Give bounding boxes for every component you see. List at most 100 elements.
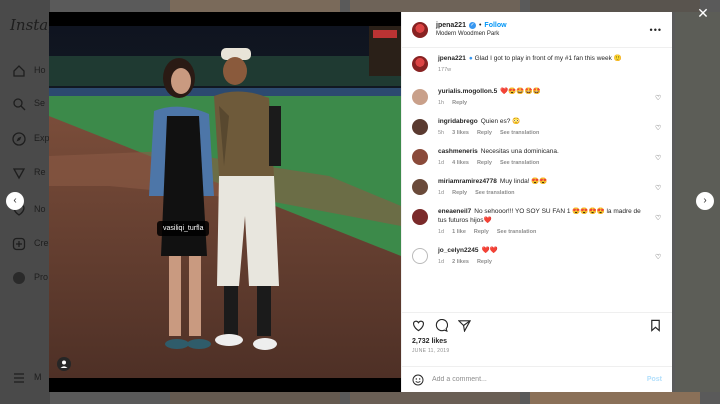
like-comment-icon[interactable]: ♡ (655, 125, 662, 132)
avatar[interactable] (412, 56, 428, 72)
avatar[interactable] (412, 119, 428, 135)
scoreboard-light (373, 30, 397, 38)
avatar[interactable] (412, 179, 428, 195)
home-icon (13, 65, 25, 77)
comment-username[interactable]: jo_celyn2245 (438, 247, 478, 254)
grid-tile (170, 0, 340, 12)
reply-button[interactable]: Reply (477, 259, 492, 265)
grid-tile (350, 392, 520, 404)
menu-icon (14, 373, 24, 383)
add-comment-bar: Post (402, 366, 672, 392)
like-comment-icon[interactable]: ♡ (655, 155, 662, 162)
create-icon (12, 237, 26, 251)
avatar[interactable] (412, 149, 428, 165)
comment-time: 1h (438, 100, 445, 106)
reply-button[interactable]: Reply (452, 100, 467, 106)
comment-likes[interactable]: 1 like (452, 229, 466, 235)
comment-text: Quien es? 😳 (480, 118, 521, 125)
post-location[interactable]: Modern Woodmen Park (436, 31, 507, 37)
share-icon[interactable] (458, 319, 471, 332)
sidebar-item-explore[interactable]: Exp (12, 132, 52, 148)
bookmark-icon[interactable] (649, 319, 662, 332)
caption: jpena221 ● Glad I got to play in front of… (412, 54, 662, 73)
list-item: eneaeneil7 No sehooor!!! YO SOY SU FAN 1 … (412, 207, 662, 235)
reply-button[interactable]: Reply (474, 229, 489, 235)
comment-text: Muy linda! 😍😍 (499, 178, 548, 185)
sidebar-item-label: Re (34, 167, 46, 177)
comment-time: 1d (438, 190, 445, 196)
comment-text: Necesitas una dominicana. (480, 148, 559, 155)
comment-likes[interactable]: 3 likes (452, 130, 469, 136)
avatar[interactable] (412, 21, 428, 38)
close-icon[interactable]: ✕ (696, 6, 710, 20)
comments-list[interactable]: jpena221 ● Glad I got to play in front of… (402, 48, 672, 312)
see-translation-button[interactable]: See translation (497, 229, 536, 235)
comment-likes[interactable]: 4 likes (452, 160, 469, 166)
sidebar-item-label: Exp (34, 133, 50, 143)
comment-time: 1d (438, 229, 445, 235)
see-translation-button[interactable]: See translation (475, 190, 514, 196)
next-post-button[interactable]: › (696, 192, 714, 210)
comment-input[interactable] (432, 376, 647, 383)
post-date: JUNE 11, 2019 (412, 348, 450, 354)
avatar[interactable] (412, 248, 428, 264)
separator-dot: • (478, 22, 482, 29)
comment-username[interactable]: yurialis.mogollon.5 (438, 88, 497, 95)
comment-time: 5h (438, 130, 445, 136)
sidebar-item-home[interactable]: Ho (12, 64, 52, 80)
like-count[interactable]: 2,732 likes (412, 338, 662, 345)
like-comment-icon[interactable]: ♡ (655, 185, 662, 192)
previous-post-button[interactable]: ‹ (6, 192, 24, 210)
sidebar-item-create[interactable]: Cre (12, 237, 52, 253)
reply-button[interactable]: Reply (452, 190, 467, 196)
comment-username[interactable]: eneaeneil7 (438, 208, 471, 215)
comment-icon[interactable] (435, 319, 448, 332)
comment-time: 1d (438, 160, 445, 166)
reply-button[interactable]: Reply (477, 130, 492, 136)
comment-time: 1d (438, 259, 445, 265)
more-options-icon[interactable]: ••• (650, 25, 662, 35)
sidebar-item-label: No (34, 204, 46, 214)
caption-username[interactable]: jpena221 (438, 55, 466, 62)
see-translation-button[interactable]: See translation (500, 160, 539, 166)
post-actions: 2,732 likes JUNE 11, 2019 (402, 312, 672, 366)
reply-button[interactable]: Reply (477, 160, 492, 166)
chevron-right-icon: › (703, 195, 707, 206)
sidebar-item-search[interactable]: Se (12, 97, 52, 113)
list-item: ingridabrego Quien es? 😳 5h 3 likes Reply Se… (412, 117, 662, 136)
user-tags-icon[interactable] (57, 357, 71, 371)
see-translation-button[interactable]: See translation (500, 130, 539, 136)
post-image (49, 26, 401, 378)
like-heart-icon[interactable] (412, 319, 425, 332)
comment-text: ❤️😍🤩🤩🤩 (500, 88, 541, 95)
comment-username[interactable]: ingridabrego (438, 118, 478, 125)
sidebar-item-profile[interactable]: Pro (12, 271, 52, 287)
grid-tile (350, 0, 520, 12)
chevron-left-icon: ‹ (13, 195, 17, 206)
sidebar-item-more[interactable]: M (12, 371, 52, 387)
post-modal: vasiliqi_turfla jpena221 ✓ • Follow Mode… (49, 12, 672, 392)
sidebar-item-label: Ho (34, 65, 46, 75)
caption-text: Glad I got to play in front of my #1 fan… (474, 55, 622, 62)
grid-tile (530, 392, 700, 404)
comment-likes[interactable]: 2 likes (452, 259, 469, 265)
like-comment-icon[interactable]: ♡ (655, 95, 662, 102)
post-photo[interactable]: vasiliqi_turfla (49, 12, 401, 392)
user-tag-label[interactable]: vasiliqi_turfla (157, 221, 210, 236)
avatar[interactable] (412, 209, 428, 225)
like-comment-icon[interactable]: ♡ (655, 215, 662, 222)
avatar[interactable] (412, 89, 428, 105)
comment-username[interactable]: cashmeneris (438, 148, 478, 155)
follow-button[interactable]: Follow (484, 22, 506, 29)
like-comment-icon[interactable]: ♡ (655, 254, 662, 261)
sidebar-item-reels[interactable]: Re (12, 166, 52, 182)
comment-username[interactable]: miriamramirez4778 (438, 178, 497, 185)
sidebar-item-label: Cre (34, 238, 49, 248)
verified-badge-icon: ● (468, 55, 473, 62)
post-author-username[interactable]: jpena221 (436, 22, 466, 29)
list-item: jo_celyn2245 ❤️❤️ 1d 2 likes Reply ♡ (412, 246, 662, 265)
emoji-icon[interactable] (412, 374, 424, 386)
comment-text: ❤️❤️ (481, 247, 498, 254)
post-comment-button[interactable]: Post (647, 376, 662, 383)
profile-icon (13, 272, 25, 284)
